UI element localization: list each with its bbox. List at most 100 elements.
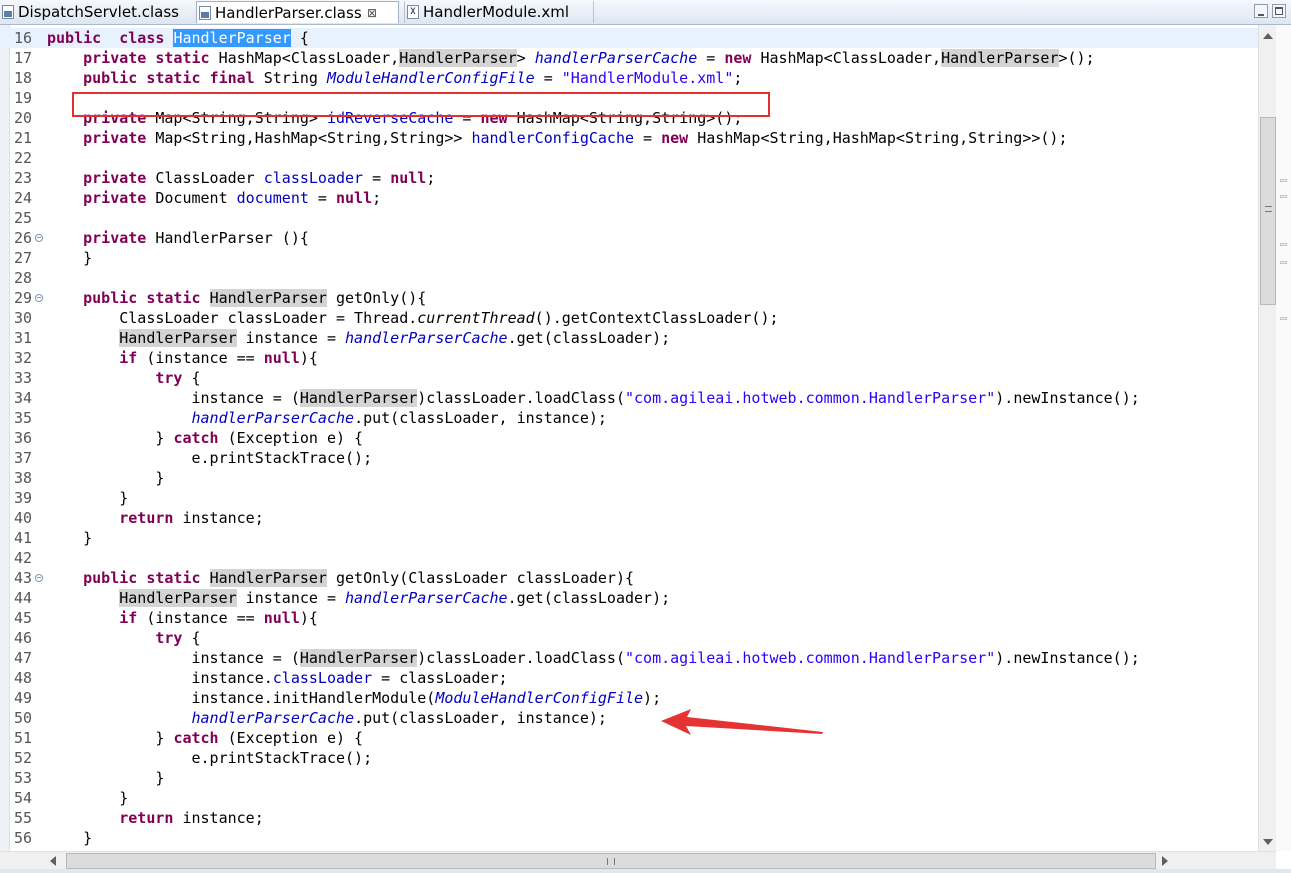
code-line[interactable]: 22	[0, 148, 1258, 168]
occurrence-marker[interactable]	[1280, 195, 1287, 198]
code-line[interactable]: 46 try {	[0, 628, 1258, 648]
scroll-up-arrow-icon[interactable]	[1263, 33, 1273, 39]
code-line[interactable]: 50 handlerParserCache.put(classLoader, i…	[0, 708, 1258, 728]
code-token: }	[47, 729, 174, 747]
code-line[interactable]: 31 HandlerParser instance = handlerParse…	[0, 328, 1258, 348]
class-file-icon	[199, 6, 211, 20]
code-token: {	[182, 629, 201, 647]
close-icon[interactable]: ⊠	[367, 2, 377, 24]
code-line[interactable]: 55 return instance;	[0, 808, 1258, 828]
code-line[interactable]: 40 return instance;	[0, 508, 1258, 528]
code-line[interactable]: 52 e.printStackTrace();	[0, 748, 1258, 768]
tab-handlerparser-class[interactable]: HandlerParser.class ⊠	[196, 1, 399, 23]
code-token: String	[254, 69, 327, 87]
code-line[interactable]: 45 if (instance == null){	[0, 608, 1258, 628]
code-line[interactable]: 49 instance.initHandlerModule(ModuleHand…	[0, 688, 1258, 708]
code-line[interactable]: 38 }	[0, 468, 1258, 488]
code-token: Map<String,HashMap<String,String>>	[146, 129, 472, 147]
code-token: public	[47, 29, 102, 47]
code-text: ClassLoader classLoader = Thread.current…	[47, 308, 778, 328]
code-line[interactable]: 32 if (instance == null){	[0, 348, 1258, 368]
code-token: HandlerParser	[209, 569, 327, 587]
code-line[interactable]: 51 } catch (Exception e) {	[0, 728, 1258, 748]
code-token: ;	[426, 169, 436, 187]
code-token: HandlerParser	[299, 389, 418, 407]
line-number: 40	[14, 509, 33, 527]
code-line[interactable]: 28	[0, 268, 1258, 288]
code-line[interactable]: 34 instance = (HandlerParser)classLoader…	[0, 388, 1258, 408]
code-token: handlerParserCache	[191, 409, 355, 427]
code-token: (Exception e) {	[218, 429, 364, 447]
code-token: try	[155, 369, 183, 387]
code-line[interactable]: 29 public static HandlerParser getOnly()…	[0, 288, 1258, 308]
code-token: Document	[146, 189, 237, 207]
code-token: HandlerParser	[119, 329, 237, 347]
occurrence-marker[interactable]	[1280, 243, 1287, 246]
scroll-down-arrow-icon[interactable]	[1263, 839, 1273, 845]
code-line[interactable]: 27 }	[0, 248, 1258, 268]
code-line[interactable]: 35 handlerParserCache.put(classLoader, i…	[0, 408, 1258, 428]
code-text: e.printStackTrace();	[47, 748, 372, 768]
vertical-scroll-thumb[interactable]	[1260, 117, 1276, 305]
line-number: 17	[14, 49, 33, 67]
scroll-right-arrow-icon[interactable]	[1162, 856, 1168, 866]
code-line[interactable]: 26 private HandlerParser (){	[0, 228, 1258, 248]
code-line[interactable]: 30 ClassLoader classLoader = Thread.curr…	[0, 308, 1258, 328]
code-line[interactable]: 53 }	[0, 768, 1258, 788]
maximize-icon[interactable]	[1272, 4, 1286, 18]
code-line[interactable]: 47 instance = (HandlerParser)classLoader…	[0, 648, 1258, 668]
code-token: document	[236, 189, 309, 207]
tab-dispatchservlet-class[interactable]: DispatchServlet.class	[0, 1, 193, 23]
code-token: catch	[173, 729, 219, 747]
code-line[interactable]: 23 private ClassLoader classLoader = nul…	[0, 168, 1258, 188]
fold-collapse-icon[interactable]	[35, 574, 43, 582]
occurrence-marker[interactable]	[1280, 261, 1287, 264]
code-line[interactable]: 37 e.printStackTrace();	[0, 448, 1258, 468]
scroll-left-arrow-icon[interactable]	[50, 856, 56, 866]
code-line[interactable]: 18 public static final String ModuleHand…	[0, 68, 1258, 88]
code-line[interactable]: 48 instance.classLoader = classLoader;	[0, 668, 1258, 688]
fold-collapse-icon[interactable]	[35, 234, 43, 242]
horizontal-scroll-thumb[interactable]	[66, 853, 1156, 869]
minimize-icon[interactable]	[1254, 4, 1268, 18]
code-line[interactable]: 54 }	[0, 788, 1258, 808]
code-line[interactable]: 16 public class HandlerParser {	[0, 28, 1258, 48]
code-line[interactable]: 44 HandlerParser instance = handlerParse…	[0, 588, 1258, 608]
code-token: instance =	[236, 329, 346, 347]
code-token: static	[155, 49, 210, 67]
code-line[interactable]: 39 }	[0, 488, 1258, 508]
overview-ruler[interactable]	[1276, 25, 1291, 851]
code-token: catch	[173, 429, 219, 447]
line-number: 31	[14, 329, 33, 347]
code-token: >();	[1058, 49, 1095, 67]
fold-collapse-icon[interactable]	[35, 294, 43, 302]
line-number: 30	[14, 309, 33, 327]
code-line[interactable]: 56 }	[0, 828, 1258, 848]
code-line[interactable]: 21 private Map<String,HashMap<String,Str…	[0, 128, 1258, 148]
code-line[interactable]: 17 private static HashMap<ClassLoader,Ha…	[0, 48, 1258, 68]
horizontal-scrollbar[interactable]	[0, 851, 1276, 870]
code-text: public static HandlerParser getOnly(){	[47, 288, 426, 308]
occurrence-marker[interactable]	[1280, 317, 1287, 320]
code-line[interactable]: 41 }	[0, 528, 1258, 548]
code-line[interactable]: 43 public static HandlerParser getOnly(C…	[0, 568, 1258, 588]
code-line[interactable]: 24 private Document document = null;	[0, 188, 1258, 208]
code-text: }	[47, 248, 92, 268]
tab-handlermodule-xml[interactable]: X HandlerModule.xml	[404, 1, 594, 23]
status-bar	[0, 869, 1291, 873]
code-line[interactable]: 33 try {	[0, 368, 1258, 388]
grip-icon	[607, 858, 615, 865]
line-number: 53	[14, 769, 33, 787]
highlight-box	[72, 92, 770, 117]
code-line[interactable]: 42	[0, 548, 1258, 568]
vertical-scrollbar[interactable]	[1258, 25, 1277, 851]
occurrence-marker[interactable]	[1280, 179, 1287, 182]
code-token: HandlerParser	[941, 49, 1059, 67]
code-line[interactable]: 36 } catch (Exception e) {	[0, 428, 1258, 448]
code-token: }	[47, 469, 165, 487]
code-line[interactable]: 25	[0, 208, 1258, 228]
code-editor[interactable]: 16 public class HandlerParser {17 private…	[0, 25, 1258, 851]
